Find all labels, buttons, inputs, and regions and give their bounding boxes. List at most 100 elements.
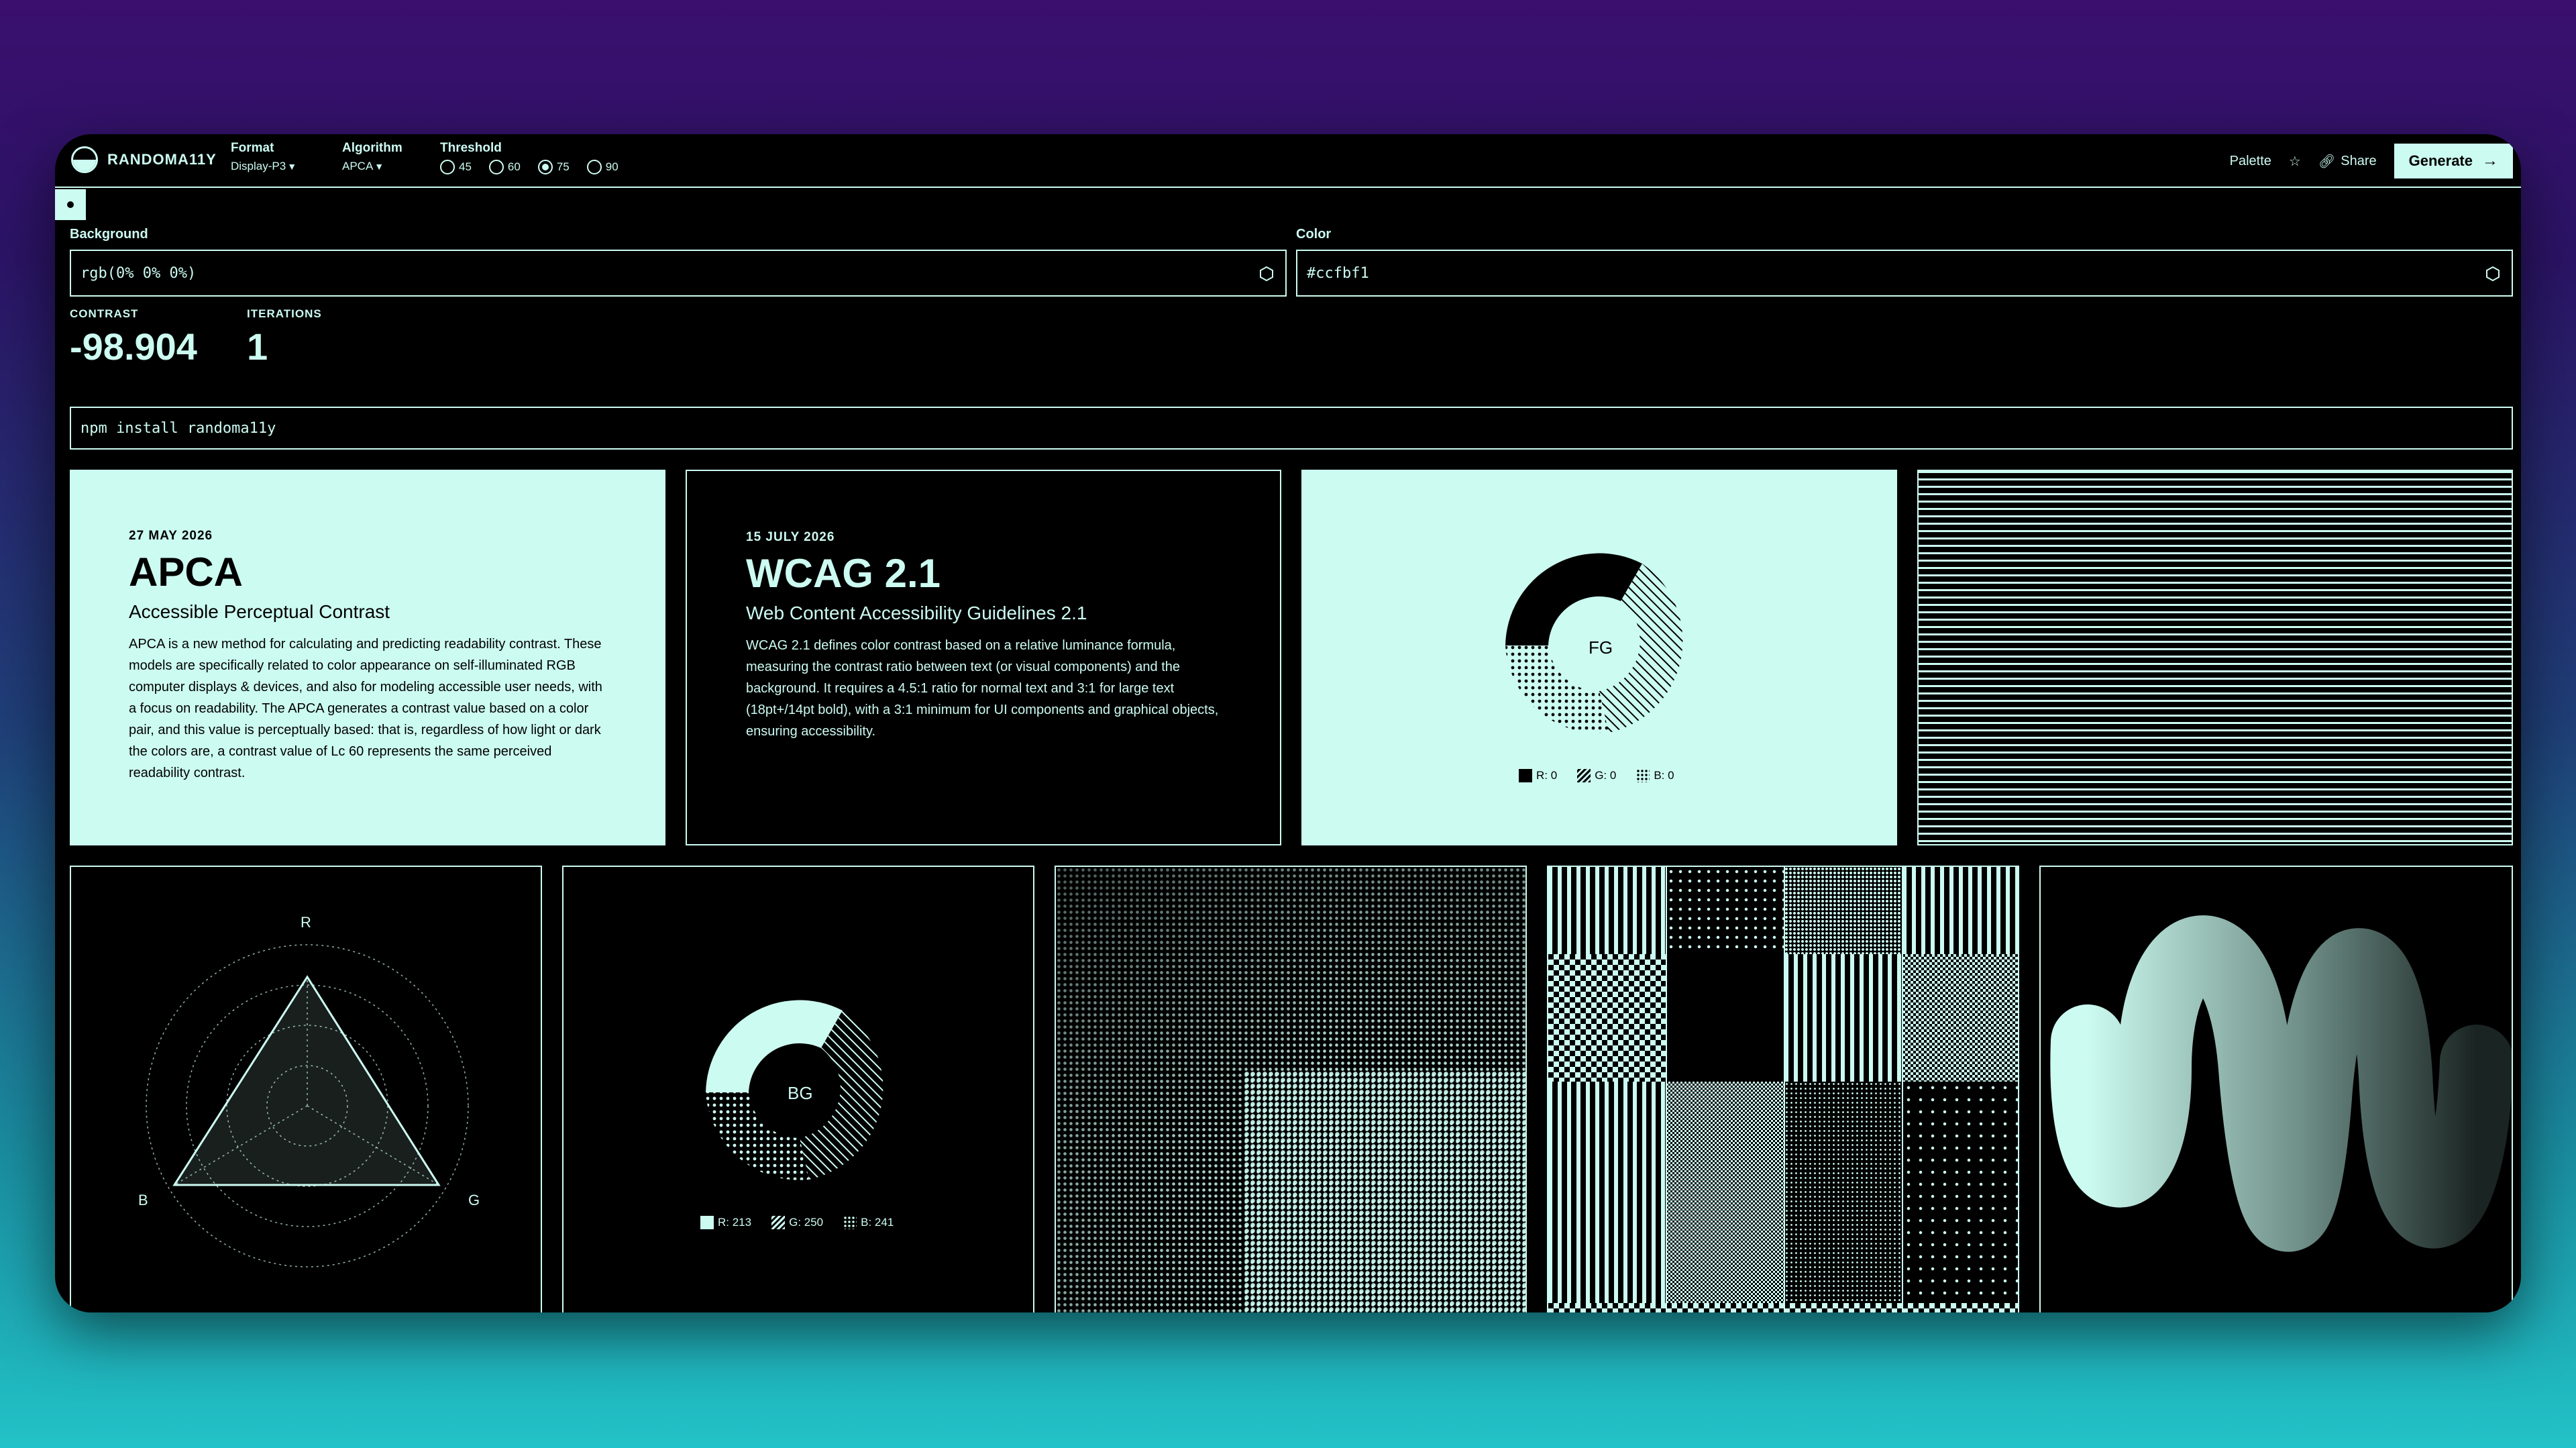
color-input[interactable]: #ccfbf1: [1296, 250, 2513, 297]
squiggle-path: [2050, 915, 2512, 1252]
hexagon-picker-icon[interactable]: [2485, 266, 2501, 282]
color-value: #ccfbf1: [1307, 264, 1369, 282]
donut-center-label: BG: [788, 1083, 813, 1103]
top-bar: RANDOMA11Y Format Display-P3 ▼ Algorithm …: [55, 134, 2521, 188]
legend-dots-swatch: [1636, 769, 1650, 782]
radar-label-r: R: [301, 914, 311, 931]
format-select[interactable]: Format Display-P3 ▼: [231, 141, 297, 173]
donut-center-label: FG: [1589, 637, 1613, 658]
caret-down-icon: ▼: [374, 161, 384, 172]
radio-icon: [488, 160, 504, 174]
contrast-label: CONTRAST: [70, 307, 139, 320]
pattern-grid-lines: [1548, 867, 2018, 1312]
link-icon: 🔗︎: [2318, 154, 2336, 169]
pattern-grid-card: [1547, 866, 2019, 1312]
legend-label: B: 0: [1654, 769, 1674, 782]
background-input[interactable]: rgb(0% 0% 0%): [70, 250, 1287, 297]
generate-label: Generate: [2408, 152, 2473, 169]
threshold-option-label: 75: [556, 160, 570, 173]
legend-item: B: 0: [1636, 769, 1674, 782]
threshold-option-label: 60: [507, 160, 521, 173]
legend-item: G: 0: [1577, 769, 1616, 782]
radar-label-g: G: [468, 1192, 480, 1208]
star-icon[interactable]: ☆: [2289, 153, 2301, 170]
app-window: RANDOMA11Y Format Display-P3 ▼ Algorithm …: [55, 134, 2521, 1312]
donut-segment-b: [706, 1092, 809, 1180]
algorithm-label: Algorithm: [342, 141, 402, 155]
radar-label-b: B: [138, 1192, 148, 1208]
fg-donut-card: FG R: 0 G: 0 B: 0: [1301, 470, 1897, 845]
share-label: Share: [2341, 153, 2377, 168]
color-label: Color: [1296, 227, 1332, 242]
threshold-option-75[interactable]: 75: [537, 160, 570, 174]
brand[interactable]: RANDOMA11Y: [71, 146, 217, 173]
radar-chart: [146, 944, 469, 1268]
threshold-label: Threshold: [440, 141, 502, 155]
legend-label: G: 0: [1595, 769, 1617, 782]
threshold-option-label: 90: [605, 160, 619, 173]
wcag-card: 15 JULY 2026 WCAG 2.1 Web Content Access…: [686, 470, 1281, 845]
arrow-right-icon: →: [2482, 152, 2498, 170]
logo-icon: [71, 146, 98, 173]
card-title: APCA: [129, 550, 244, 594]
threshold-option-45[interactable]: 45: [440, 160, 472, 174]
iterations-label: ITERATIONS: [247, 307, 322, 320]
apca-card: 27 MAY 2026 APCA Accessible Perceptual C…: [70, 470, 665, 845]
algorithm-value: APCA: [342, 160, 374, 172]
legend-item: B: 241: [843, 1216, 894, 1229]
bg-legend: R: 213 G: 250 B: 241: [700, 1216, 894, 1229]
card-title: WCAG 2.1: [746, 551, 941, 596]
legend-item: R: 0: [1519, 769, 1557, 782]
format-value: Display-P3: [231, 160, 286, 172]
card-body: WCAG 2.1 defines color contrast based on…: [746, 638, 1219, 739]
card-subtitle: Web Content Accessibility Guidelines 2.1: [746, 603, 1087, 623]
brand-name: RANDOMA11Y: [107, 151, 217, 168]
hexagon-picker-icon[interactable]: [1258, 266, 1275, 282]
threshold-group: Threshold 45 60 75 90: [440, 141, 619, 174]
stripes-pattern-card: [1917, 470, 2513, 845]
card-body: APCA is a new method for calculating and…: [129, 637, 602, 780]
legend-solid-swatch: [1519, 769, 1532, 782]
share-button[interactable]: 🔗︎ Share: [2318, 153, 2377, 170]
donut-segment-b: [1505, 645, 1609, 733]
halftone-dense-layer: [1244, 1071, 1525, 1312]
caret-down-icon: ▼: [287, 161, 297, 172]
radio-icon: [440, 160, 455, 174]
legend-label: B: 241: [861, 1216, 894, 1229]
install-command-text: npm install randoma11y: [80, 419, 276, 437]
threshold-option-label: 45: [459, 160, 472, 173]
format-label: Format: [231, 141, 274, 155]
legend-label: R: 213: [718, 1216, 752, 1229]
sidebar-toggle[interactable]: [55, 189, 86, 220]
radio-icon: [586, 160, 602, 174]
card-subtitle: Accessible Perceptual Contrast: [129, 601, 390, 622]
squiggle-card: [2039, 866, 2513, 1312]
install-command[interactable]: npm install randoma11y: [70, 407, 2513, 450]
fg-legend: R: 0 G: 0 B: 0: [1519, 769, 1674, 782]
squiggle-shape: [2050, 915, 2512, 1252]
card-date: 27 MAY 2026: [129, 529, 213, 543]
legend-dots-swatch: [843, 1216, 857, 1229]
iterations-value: 1: [247, 325, 268, 368]
donut-segment-r: [1505, 553, 1642, 645]
legend-label: R: 0: [1536, 769, 1558, 782]
legend-label: G: 250: [789, 1216, 824, 1229]
radar-area: [172, 975, 441, 1186]
legend-item: R: 213: [700, 1216, 751, 1229]
radio-selected-icon: [537, 160, 553, 174]
palette-link[interactable]: Palette: [2230, 154, 2271, 169]
halftone-pattern-card: [1055, 866, 1527, 1312]
radar-card: R B G: [70, 866, 542, 1312]
background-label: Background: [70, 227, 148, 242]
card-date: 15 JULY 2026: [746, 530, 835, 544]
threshold-option-60[interactable]: 60: [488, 160, 521, 174]
legend-item: G: 250: [771, 1216, 823, 1229]
legend-hatch-swatch: [771, 1216, 786, 1229]
donut-segment-r: [706, 1000, 843, 1092]
bg-donut-card: BG R: 213 G: 250 B: 241: [562, 866, 1034, 1312]
algorithm-select[interactable]: Algorithm APCA ▼: [342, 141, 402, 173]
header-actions: Palette ☆ 🔗︎ Share Generate →: [2230, 144, 2513, 178]
threshold-option-90[interactable]: 90: [586, 160, 619, 174]
contrast-value: -98.904: [70, 325, 197, 368]
generate-button[interactable]: Generate →: [2394, 144, 2513, 178]
